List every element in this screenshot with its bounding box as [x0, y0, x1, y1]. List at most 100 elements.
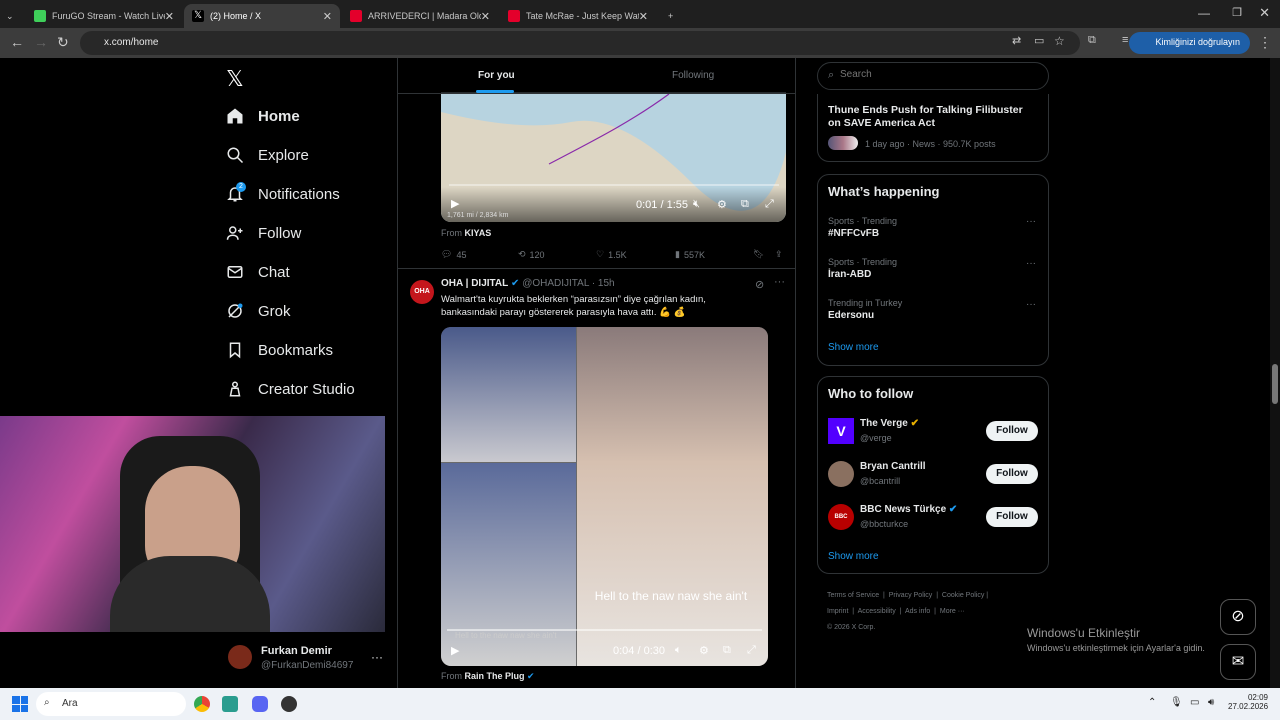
repost-button[interactable]: ⟲ 120	[518, 249, 545, 260]
network-icon[interactable]: ▭	[1190, 697, 1199, 708]
reload-icon[interactable]: ↻	[57, 34, 69, 51]
video-progress-bar[interactable]	[447, 629, 762, 631]
microphone-icon[interactable]: 🎙︎	[1170, 697, 1183, 708]
tab-youtube-2[interactable]: Tate McRae - Just Keep Watchin✕	[500, 4, 656, 28]
tab-youtube-1[interactable]: ARRIVEDERCI | Madara Olduk #✕	[342, 4, 498, 28]
tab-furugo[interactable]: FuruGO Stream - Watch Live or✕	[26, 4, 182, 28]
follow-button[interactable]: Follow	[986, 464, 1038, 484]
settings-icon[interactable]: ⚙	[717, 198, 727, 211]
trend-item[interactable]: #NFFCvFB	[828, 228, 879, 239]
bbc-logo[interactable]: BBC	[828, 504, 854, 530]
pip-icon[interactable]: ⧉	[741, 198, 749, 211]
repost-icon: ⟲	[518, 249, 526, 259]
messages-float-button[interactable]: ✉	[1220, 644, 1256, 680]
discord-icon[interactable]	[252, 696, 268, 712]
translate-icon[interactable]: ⇄	[1012, 34, 1021, 47]
post2-avatar[interactable]: OHA	[410, 280, 434, 304]
nav-grok[interactable]: Grok	[226, 302, 291, 320]
clock[interactable]: 02:09 27.02.2026	[1228, 693, 1268, 711]
trend-top-card[interactable]: Thune Ends Push for Talking Filibuster o…	[817, 94, 1049, 162]
video-progress-bar[interactable]	[449, 184, 779, 186]
maximize-button[interactable]: ❐	[1232, 6, 1242, 19]
nav-follow[interactable]: Follow	[226, 224, 301, 242]
play-icon[interactable]: ▶	[451, 644, 459, 657]
activation-title: Windows'u Etkinleştir	[1027, 626, 1140, 640]
tray-chevron-icon[interactable]: ⌃	[1148, 697, 1156, 708]
minimize-button[interactable]: —	[1198, 6, 1210, 20]
reply-button[interactable]: 💬︎ 45	[441, 249, 466, 260]
taskbar-search[interactable]: ⌕ Ara	[36, 692, 186, 716]
show-more-link[interactable]: Show more	[828, 342, 879, 353]
fullscreen-icon[interactable]: ⤢	[747, 644, 756, 657]
app-icon[interactable]	[222, 696, 238, 712]
obs-icon[interactable]	[281, 696, 297, 712]
search-box[interactable]: ⌕	[817, 62, 1049, 90]
menu-dots-icon[interactable]: ⋮	[1258, 34, 1272, 51]
video-time: 0:01 / 1:55	[636, 199, 688, 211]
suggest-name[interactable]: Bryan Cantrill	[860, 461, 926, 472]
more-icon[interactable]: ···	[1026, 216, 1036, 227]
grok-explain-icon[interactable]: ⊘	[755, 278, 764, 291]
new-tab-button[interactable]: +	[660, 4, 680, 28]
verge-logo[interactable]: V	[828, 418, 854, 444]
grok-float-button[interactable]: ⊘	[1220, 599, 1256, 635]
x-logo[interactable]: 𝕏	[226, 66, 244, 92]
more-icon[interactable]: ···	[1026, 258, 1036, 269]
share-button[interactable]: ⇪	[775, 249, 783, 260]
verified-badge-icon: ✔	[910, 418, 919, 429]
close-icon[interactable]: ✕	[323, 10, 332, 23]
media-icon[interactable]: ≡	[1122, 34, 1128, 46]
tab-following[interactable]: Following	[672, 70, 714, 81]
nav-home[interactable]: Home	[226, 107, 300, 125]
post1-video[interactable]: ▶ 0:01 / 1:55 🔇︎ ⚙ ⧉ ⤢ 1,761 mi / 2,834 …	[441, 92, 786, 222]
nav-chat[interactable]: Chat	[226, 263, 290, 281]
follow-button[interactable]: Follow	[986, 421, 1038, 441]
show-more-link[interactable]: Show more	[828, 551, 879, 562]
close-icon[interactable]: ✕	[481, 10, 490, 23]
tab-list-button[interactable]: ⌄	[2, 4, 22, 28]
mute-icon[interactable]: 🔈︎	[675, 644, 682, 657]
back-icon[interactable]: ←	[10, 34, 24, 50]
trend-item[interactable]: Edersonu	[828, 310, 874, 321]
search-icon: ⌕	[828, 69, 835, 81]
trend-item[interactable]: İran-ABD	[828, 269, 871, 280]
tab-for-you[interactable]: For you	[478, 70, 515, 81]
verify-identity-button[interactable]: Kimliğinizi doğrulayın	[1129, 32, 1250, 54]
like-button[interactable]: ♡ 1.5K	[596, 249, 627, 260]
pip-icon[interactable]: ⧉	[723, 644, 731, 657]
page-scrollbar[interactable]	[1270, 58, 1280, 688]
account-menu-icon[interactable]: ···	[371, 650, 383, 664]
post2-video[interactable]: Hell to the naw naw she ain't Hell to th…	[441, 327, 768, 666]
play-icon[interactable]: ▶	[451, 197, 459, 210]
tab-x-home[interactable]: 𝕏 (2) Home / X ✕	[184, 4, 340, 28]
suggest-name[interactable]: The Verge ✔	[860, 418, 919, 429]
windows-start-icon[interactable]	[12, 696, 28, 712]
mute-icon[interactable]: 🔇︎	[693, 198, 700, 211]
bookmark-star-icon[interactable]: ☆	[1054, 34, 1065, 48]
search-input[interactable]	[840, 69, 1040, 80]
settings-icon[interactable]: ⚙	[699, 644, 709, 657]
views-button[interactable]: ▮ 557K	[675, 249, 705, 260]
extensions-icon[interactable]: ⧉	[1088, 34, 1096, 47]
more-icon[interactable]: ···	[1026, 299, 1036, 310]
nav-explore[interactable]: Explore	[226, 146, 309, 164]
nav-creator-studio[interactable]: Creator Studio	[226, 380, 355, 398]
close-icon[interactable]: ✕	[639, 10, 648, 23]
forward-icon[interactable]: →	[34, 34, 48, 50]
bookmark-icon: 🔖︎	[753, 249, 765, 259]
url-field[interactable]: x.com/home	[80, 31, 1080, 55]
bookmark-button[interactable]: 🔖︎	[753, 249, 764, 260]
window-close-button[interactable]: ✕	[1259, 5, 1270, 21]
nav-bookmarks[interactable]: Bookmarks	[226, 341, 333, 359]
chrome-icon[interactable]	[194, 696, 210, 712]
follow-button[interactable]: Follow	[986, 507, 1038, 527]
suggest-avatar[interactable]	[828, 461, 854, 487]
scrollbar-thumb[interactable]	[1272, 364, 1278, 404]
more-icon[interactable]: ···	[774, 276, 785, 288]
volume-icon[interactable]: 🔊︎	[1208, 697, 1214, 708]
suggest-name[interactable]: BBC News Türkçe ✔	[860, 504, 957, 515]
install-icon[interactable]: ▭	[1034, 34, 1044, 47]
close-icon[interactable]: ✕	[165, 10, 174, 23]
fullscreen-icon[interactable]: ⤢	[765, 198, 774, 211]
account-avatar[interactable]	[228, 645, 252, 669]
